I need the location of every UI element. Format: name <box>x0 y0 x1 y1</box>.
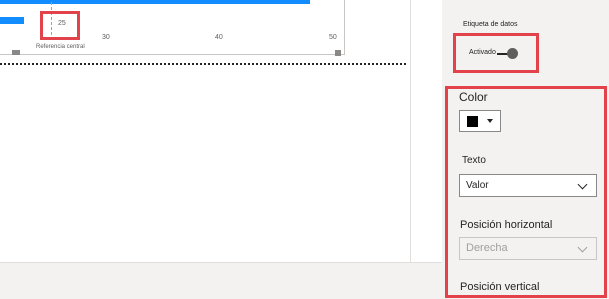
resize-handle[interactable] <box>12 50 20 55</box>
page-boundary-line <box>0 63 406 65</box>
toggle-highlight <box>453 33 539 73</box>
posicion-horizontal-value: Derecha <box>466 242 508 254</box>
report-canvas: 25 30 40 50 Referencia central <box>0 0 410 262</box>
bar-series <box>0 0 310 4</box>
color-swatch <box>467 116 478 127</box>
toggle-state-label: Activado <box>469 49 496 56</box>
color-picker-button[interactable] <box>459 110 501 132</box>
color-section-title: Color <box>459 90 488 104</box>
canvas-margin <box>410 0 443 262</box>
chevron-down-icon <box>577 179 588 190</box>
tick-label: 40 <box>215 34 223 41</box>
texto-label: Texto <box>462 155 486 166</box>
texto-dropdown-value: Valor <box>466 180 489 191</box>
tick-label: 30 <box>102 34 110 41</box>
posicion-horizontal-dropdown[interactable]: Derecha <box>459 237 597 260</box>
posicion-horizontal-label: Posición horizontal <box>460 219 553 231</box>
caret-down-icon <box>487 119 493 123</box>
posicion-vertical-label: Posición vertical <box>460 281 540 293</box>
data-labels-toggle[interactable] <box>507 48 518 59</box>
tick-label: 50 <box>329 34 337 41</box>
resize-handle[interactable] <box>335 50 341 56</box>
bar-series <box>0 17 24 24</box>
reference-line-caption: Referencia central <box>36 44 85 50</box>
data-labels-label: Etiqueta de datos <box>463 21 518 28</box>
chevron-down-icon <box>577 242 588 253</box>
tick-label-highlight <box>40 11 80 40</box>
texto-dropdown[interactable]: Valor <box>459 174 597 197</box>
